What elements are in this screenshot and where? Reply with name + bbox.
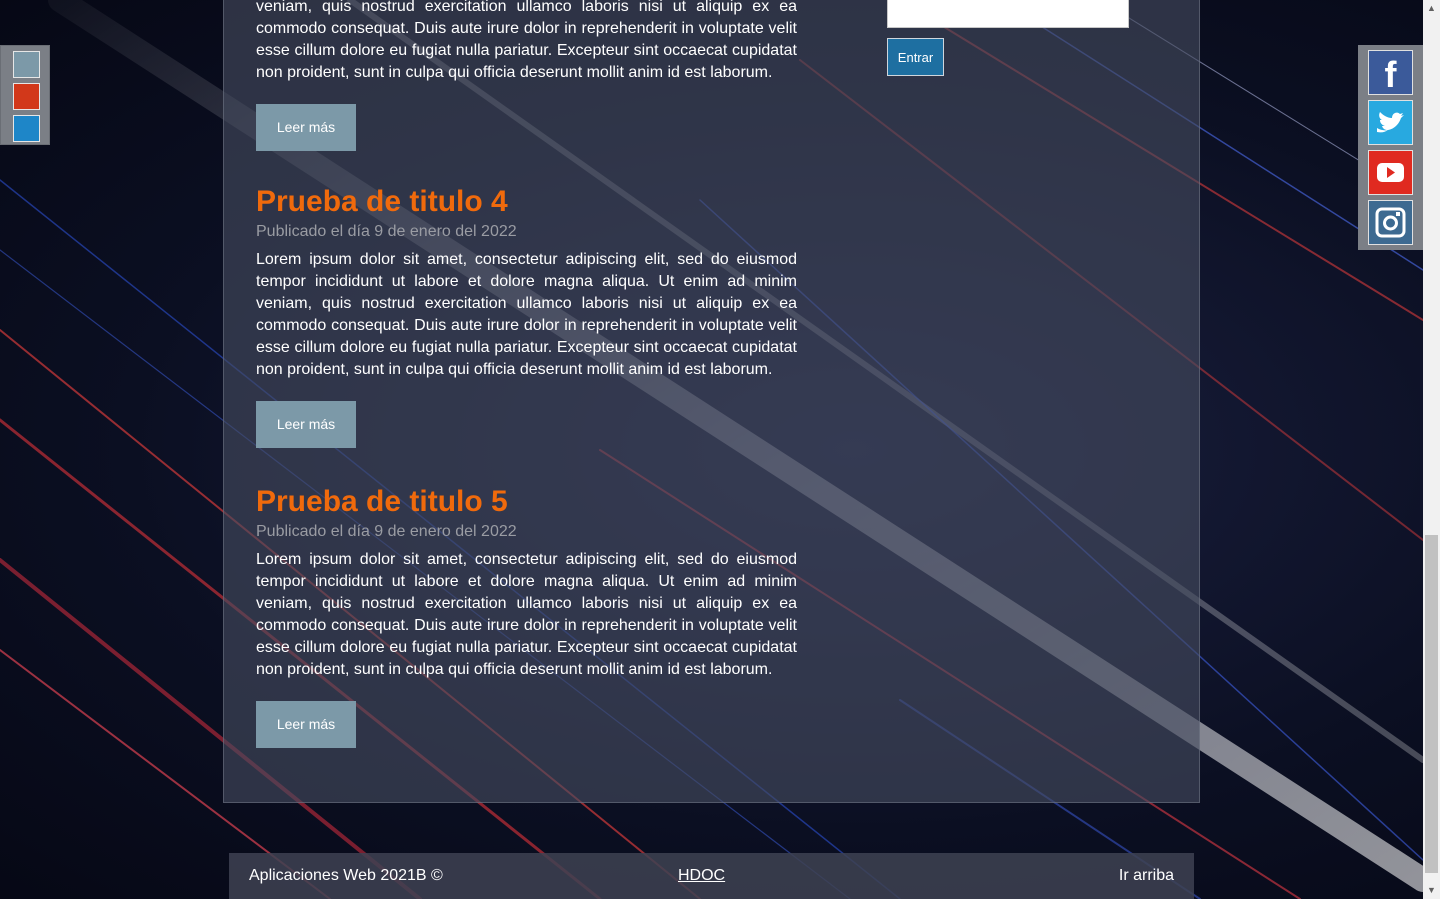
post-title[interactable]: Prueba de titulo 5	[256, 485, 797, 519]
instagram-icon[interactable]	[1368, 200, 1413, 245]
theme-swatch-gray[interactable]	[13, 51, 40, 78]
theme-swatch-red[interactable]	[13, 83, 40, 110]
facebook-icon[interactable]: f	[1368, 50, 1413, 95]
login-submit-button[interactable]: Entrar	[887, 38, 944, 76]
scroll-up-icon[interactable]: ▲	[1423, 0, 1440, 17]
back-to-top-link[interactable]: Ir arriba	[1119, 867, 1174, 885]
social-links: f	[1358, 45, 1423, 250]
scrollbar-thumb[interactable]	[1425, 535, 1438, 873]
read-more-button[interactable]: Leer más	[256, 401, 356, 448]
post-date: Publicado el día 9 de enero del 2022	[256, 223, 517, 240]
login-input[interactable]	[887, 0, 1129, 28]
post-body: veniam, quis nostrud exercitation ullamc…	[256, 0, 797, 81]
post-item: Prueba de titulo 4 Publicado el día 9 de…	[256, 185, 797, 448]
footer-link-hdoc[interactable]: HDOC	[678, 867, 725, 885]
footer: Aplicaciones Web 2021B © HDOC Ir arriba	[229, 853, 1194, 899]
youtube-icon[interactable]	[1368, 150, 1413, 195]
vertical-scrollbar[interactable]: ▲ ▼	[1423, 0, 1440, 899]
twitter-icon[interactable]	[1368, 100, 1413, 145]
theme-swatch-blue[interactable]	[13, 115, 40, 142]
post-body: Lorem ipsum dolor sit amet, consectetur …	[256, 251, 797, 378]
post-title[interactable]: Prueba de titulo 4	[256, 185, 797, 219]
read-more-button[interactable]: Leer más	[256, 104, 356, 151]
footer-copyright: Aplicaciones Web 2021B ©	[249, 867, 443, 884]
post-date: Publicado el día 9 de enero del 2022	[256, 523, 517, 540]
post-item: veniam, quis nostrud exercitation ullamc…	[256, 0, 797, 151]
svg-text:f: f	[1385, 54, 1398, 94]
post-item: Prueba de titulo 5 Publicado el día 9 de…	[256, 485, 797, 748]
read-more-button[interactable]: Leer más	[256, 701, 356, 748]
post-body: Lorem ipsum dolor sit amet, consectetur …	[256, 551, 797, 678]
scroll-down-icon[interactable]: ▼	[1423, 882, 1440, 899]
theme-switcher	[0, 45, 50, 145]
